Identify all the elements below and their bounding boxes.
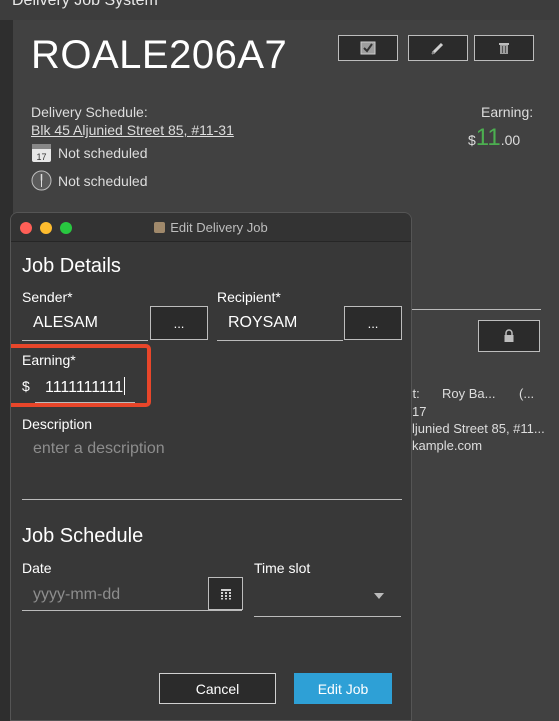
- text-cursor: [124, 377, 126, 395]
- earning-label: Earning:: [481, 104, 534, 120]
- recipient-field[interactable]: ROYSAM: [228, 314, 297, 332]
- sender-field[interactable]: ALESAM: [33, 314, 98, 332]
- sender-select-button[interactable]: ...: [150, 306, 208, 340]
- date-picker-button[interactable]: [208, 577, 243, 610]
- dialog-title-text: Edit Delivery Job: [170, 220, 268, 235]
- calendar-icon: 17: [32, 144, 51, 162]
- edit-delivery-job-dialog: Edit Delivery Job Job Details Sender* AL…: [10, 212, 412, 721]
- dialog-titlebar[interactable]: Edit Delivery Job: [11, 213, 411, 242]
- earning-cents: .00: [500, 132, 521, 148]
- time-status-text: Not scheduled: [58, 172, 148, 189]
- divider: [406, 309, 541, 310]
- edit-job-submit-button[interactable]: Edit Job: [294, 673, 392, 704]
- app-icon: [154, 222, 166, 233]
- complete-job-button[interactable]: [338, 35, 398, 61]
- edit-job-button[interactable]: [408, 35, 468, 61]
- date-status-row: 17 Not scheduled: [31, 142, 148, 163]
- delivery-schedule-label: Delivery Schedule:: [31, 104, 148, 120]
- recipient-address-peek: ljunied Street 85, #11...: [412, 421, 545, 436]
- recipient-select-button[interactable]: ...: [344, 306, 402, 340]
- recipient-label: Recipient*: [217, 289, 281, 305]
- earning-display: $11.00: [468, 124, 520, 152]
- recipient-underline: [217, 340, 343, 341]
- earning-underline: [35, 402, 135, 403]
- delete-job-button[interactable]: [474, 35, 534, 61]
- delivery-address: Blk 45 Aljunied Street 85, #11-31: [31, 122, 234, 138]
- description-underline: [22, 499, 402, 500]
- earning-input-value: 1111111111: [45, 379, 124, 396]
- dialog-title: Edit Delivery Job: [11, 220, 411, 235]
- calendar-picker-icon: [220, 588, 231, 599]
- sender-underline: [22, 340, 148, 341]
- edit-icon: [431, 42, 444, 55]
- time-slot-underline: [254, 616, 401, 617]
- recipient-email-peek: kample.com: [412, 438, 483, 453]
- check-icon: [360, 41, 376, 55]
- earning-field-label: Earning*: [22, 352, 76, 368]
- date-label: Date: [22, 560, 52, 576]
- dropdown-chevron-icon[interactable]: [374, 593, 384, 599]
- cancel-button[interactable]: Cancel: [159, 673, 276, 704]
- description-input[interactable]: enter a description: [33, 440, 165, 458]
- job-schedule-heading: Job Schedule: [22, 525, 144, 547]
- date-input[interactable]: yyyy-mm-dd: [33, 586, 120, 604]
- date-underline: [22, 610, 242, 611]
- recipient-extra-peek: (...: [519, 386, 535, 401]
- calendar-day-number: 17: [36, 152, 46, 162]
- description-label: Description: [22, 416, 93, 432]
- time-slot-label: Time slot: [254, 560, 311, 576]
- window-title: Delivery Job System: [12, 0, 158, 9]
- earning-currency-symbol: $: [22, 378, 30, 394]
- earning-currency: $: [468, 132, 476, 148]
- earning-input[interactable]: 1111111111: [45, 377, 126, 397]
- recipient-number-peek: 17: [412, 404, 427, 419]
- job-details-heading: Job Details: [22, 255, 121, 277]
- sender-label: Sender*: [22, 289, 73, 305]
- lock-button[interactable]: [478, 320, 540, 352]
- job-id: ROALE206A7: [31, 33, 288, 77]
- time-status-row: Not scheduled: [31, 170, 148, 191]
- earning-whole: 11: [475, 124, 501, 151]
- clock-icon: [31, 170, 52, 191]
- delete-icon: [499, 43, 509, 54]
- recipient-name-peek: Roy Ba...: [442, 386, 496, 401]
- date-status-text: Not scheduled: [58, 144, 148, 161]
- lock-icon: [504, 329, 514, 342]
